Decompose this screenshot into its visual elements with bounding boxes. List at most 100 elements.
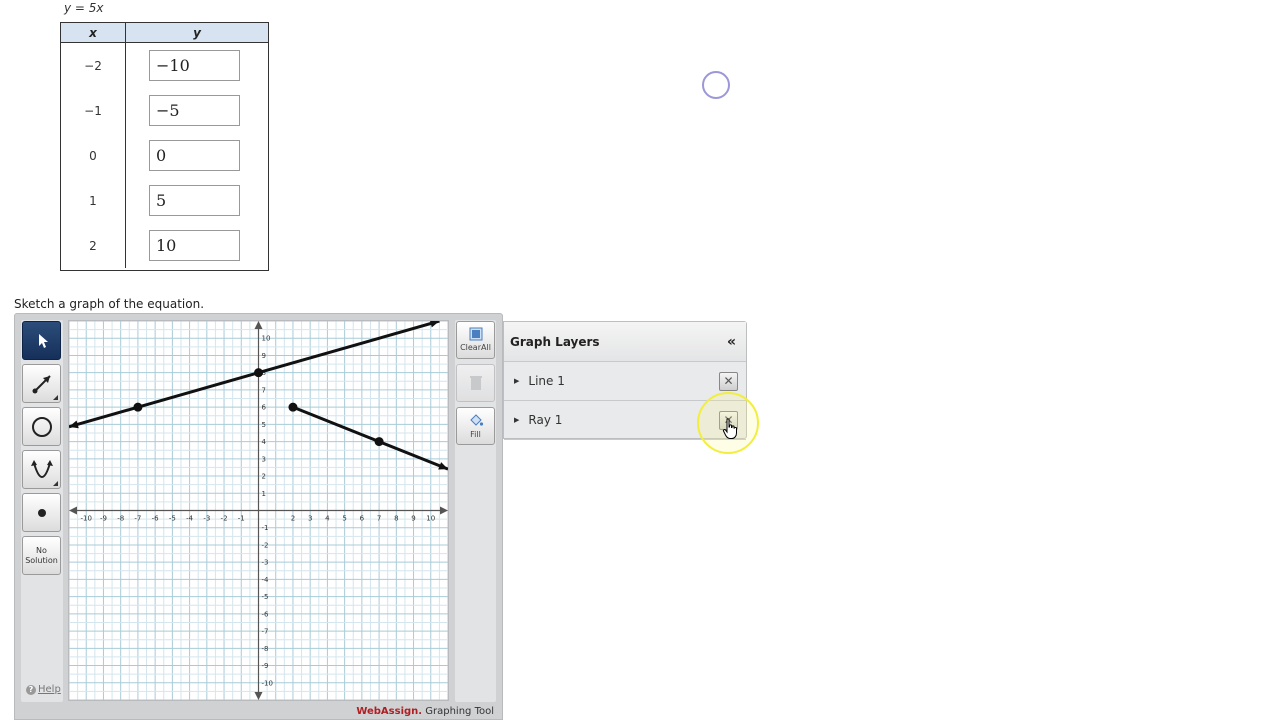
x-value: 1: [61, 178, 126, 223]
y-column-header: y: [125, 23, 268, 43]
layer-name: Ray 1: [528, 413, 563, 427]
delete-button[interactable]: [456, 364, 495, 402]
parabola-tool-button[interactable]: [22, 450, 61, 489]
y-tick-label: 2: [262, 473, 266, 481]
line-1-point[interactable]: [254, 368, 263, 378]
pointer-tool-button[interactable]: [22, 321, 61, 360]
y-tick-label: 5: [262, 421, 266, 429]
x-column-header: x: [61, 23, 126, 43]
help-link[interactable]: ? Help: [26, 684, 61, 695]
ray-1-point[interactable]: [288, 402, 298, 412]
help-label: Help: [38, 684, 61, 695]
y-tick-label: 3: [262, 455, 266, 463]
coordinate-plane[interactable]: -10 -9 -8 -7 -6 -5 -4 -3 -2 -1 2 3 4 5 6 7 8 9 10109876543…: [69, 321, 448, 700]
x-tick-label: 7: [377, 515, 381, 523]
expand-triangle-icon[interactable]: ▶: [514, 377, 519, 385]
graph-layers-panel: Graph Layers « ▶ Line 1 ✕ ▶ Ray 1 ✕: [503, 321, 747, 440]
graph-layers-title: Graph Layers: [510, 334, 600, 349]
x-tick-label: 8: [394, 515, 398, 523]
circle-tool-button[interactable]: [22, 407, 61, 446]
y-value-input[interactable]: [149, 95, 240, 126]
x-axis-arrow: [440, 506, 448, 515]
table-row: 2: [61, 223, 268, 268]
paint-bucket-icon: [469, 414, 483, 426]
brand-product: Graphing Tool: [422, 706, 494, 717]
point-tool-button[interactable]: [22, 493, 61, 532]
x-tick-label: -8: [117, 515, 124, 523]
x-tick-label: 6: [360, 515, 365, 523]
table-row: 1: [61, 178, 268, 223]
xy-table: x y −2 −1 0 1 2: [60, 22, 269, 271]
line-tool-icon: [32, 374, 51, 393]
graph-canvas[interactable]: -10 -9 -8 -7 -6 -5 -4 -3 -2 -1 2 3 4 5 6 7 8 9 10 10 9 8 7 6 5 4 3…: [68, 320, 449, 701]
x-value: −2: [61, 42, 126, 88]
table-row: −1: [61, 88, 268, 133]
y-tick-label: -7: [262, 628, 269, 636]
y-tick-label: -5: [262, 593, 269, 601]
delete-layer-icon[interactable]: ✕: [719, 410, 738, 430]
circle-tool-icon: [31, 416, 52, 437]
x-tick-label: -9: [100, 515, 107, 523]
x-tick-label: 4: [325, 515, 330, 523]
webassign-brand: WebAssign. Graphing Tool: [356, 706, 494, 717]
x-value: 0: [61, 133, 126, 178]
x-tick-label: 9: [411, 515, 415, 523]
submenu-indicator-icon: [53, 481, 58, 486]
layer-name: Line 1: [528, 374, 565, 388]
y-tick-label: -2: [262, 541, 269, 549]
submenu-indicator-icon: [53, 395, 58, 400]
clear-all-icon: [469, 327, 482, 341]
ray-1-point[interactable]: [374, 437, 384, 447]
clear-all-button[interactable]: ClearAll: [456, 321, 495, 359]
line-tool-button[interactable]: [22, 364, 61, 403]
layer-item-line-1[interactable]: ▶ Line 1 ✕: [504, 362, 746, 401]
y-tick-label: 7: [262, 386, 266, 394]
y-tick-label: 10: [262, 335, 271, 343]
clear-all-label: ClearAll: [460, 343, 491, 352]
y-axis-arrow: [254, 692, 263, 700]
y-tick-label: -10: [262, 679, 273, 687]
layer-item-ray-1[interactable]: ▶ Ray 1 ✕: [504, 401, 746, 440]
x-tick-label: -10: [81, 515, 92, 523]
expand-triangle-icon[interactable]: ▶: [514, 416, 519, 424]
y-tick-label: 9: [262, 352, 266, 360]
x-tick-label: -1: [238, 515, 245, 523]
x-tick-label: 3: [308, 515, 312, 523]
x-tick-label: -7: [134, 515, 141, 523]
fill-button[interactable]: Fill: [456, 407, 495, 445]
y-tick-label: -8: [262, 645, 269, 653]
y-tick-label: -3: [262, 559, 269, 567]
pointer-icon: [38, 333, 48, 348]
parabola-tool-icon: [30, 459, 53, 478]
x-tick-label: -2: [221, 515, 228, 523]
no-solution-label-line1: No: [36, 545, 47, 555]
trash-icon: [469, 376, 482, 390]
y-tick-label: 4: [262, 438, 267, 446]
y-value-input[interactable]: [149, 230, 240, 261]
graph-layers-header: Graph Layers «: [504, 322, 746, 362]
line-1-point[interactable]: [133, 402, 143, 412]
x-tick-label: -4: [186, 515, 194, 523]
table-row: 0: [61, 133, 268, 178]
x-tick-label: -3: [203, 515, 210, 523]
y-value-input[interactable]: [149, 140, 240, 171]
no-solution-label-line2: Solution: [25, 555, 58, 565]
equation-label: y = 5x: [64, 1, 104, 15]
collapse-panel-icon[interactable]: «: [727, 334, 736, 350]
y-value-input[interactable]: [149, 185, 240, 216]
x-tick-label: 5: [342, 515, 346, 523]
x-value: −1: [61, 88, 126, 133]
delete-layer-icon[interactable]: ✕: [719, 371, 738, 391]
y-tick-label: -4: [262, 576, 270, 584]
x-axis-arrow: [69, 506, 77, 515]
loading-spinner-icon: [702, 71, 730, 99]
y-tick-label: 1: [262, 490, 266, 498]
y-tick-label: -9: [262, 662, 269, 670]
point-tool-icon: [37, 508, 46, 517]
no-solution-button[interactable]: No Solution: [22, 536, 61, 575]
y-tick-label: -1: [262, 524, 269, 532]
y-tick-label: 6: [262, 404, 267, 412]
graph-prompt: Sketch a graph of the equation.: [14, 297, 205, 311]
x-tick-label: -5: [169, 515, 176, 523]
y-value-input[interactable]: [149, 50, 240, 81]
